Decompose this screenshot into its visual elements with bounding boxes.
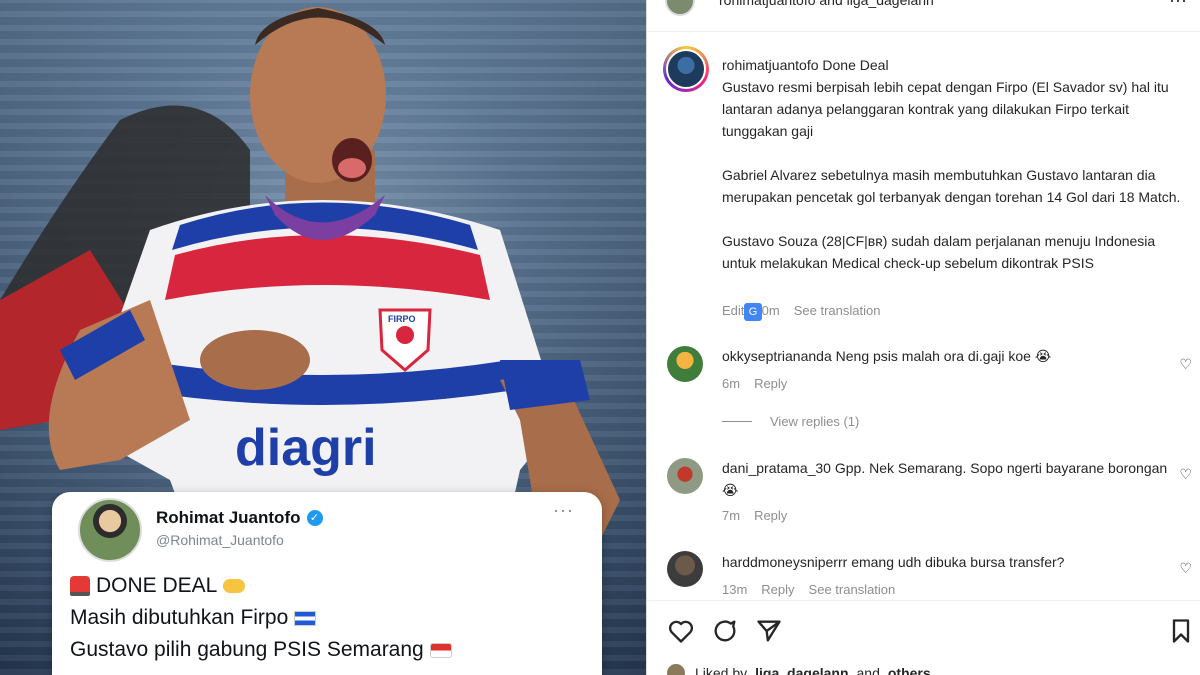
comment-icon[interactable] — [711, 617, 739, 645]
comment-see-translation[interactable]: See translation — [809, 582, 896, 597]
comment-3-meta: 13m Reply See translation — [722, 582, 895, 597]
tweet-line-1-text: DONE DEAL — [96, 574, 218, 597]
comment-username[interactable]: harddmoneysniperrr — [722, 554, 847, 570]
tweet-line-3: Gustavo pilih gabung PSIS Semarang — [70, 634, 452, 666]
caption-title: Done Deal — [822, 57, 889, 73]
caption-meta: Edit G 0m See translation — [722, 303, 880, 321]
caption-see-translation[interactable]: See translation — [794, 303, 881, 321]
reply-button[interactable]: Reply — [754, 376, 787, 391]
reply-button[interactable]: Reply — [761, 582, 794, 597]
liked-by: Liked by liga_dagelann and others — [665, 662, 931, 675]
caption-paragraph-3: Gustavo Souza (28|CF|ʙʀ) sudah dalam per… — [722, 233, 1156, 271]
handshake-icon — [223, 579, 246, 593]
comment-username[interactable]: dani_pratama_30 — [722, 460, 831, 476]
post-header: rohimatjuantofo and liga_dagelann ··· — [647, 0, 1200, 32]
tweet-author-name-text: Rohimat Juantofo — [156, 508, 301, 527]
comment-time: 7m — [722, 508, 741, 523]
reply-button[interactable]: Reply — [754, 508, 787, 523]
comment-username[interactable]: okkyseptriananda — [722, 348, 832, 364]
comment-text: Neng psis malah ora di.gaji koe 😭 — [835, 348, 1052, 364]
tweet-line-3-text: Gustavo pilih gabung PSIS Semarang — [70, 638, 424, 661]
comment-3: harddmoneysniperrr emang udh dibuka burs… — [722, 551, 1182, 573]
tweet-body: DONE DEAL Masih dibutuhkan Firpo Gustavo… — [70, 570, 452, 666]
comment-2-meta: 7m Reply — [722, 508, 787, 523]
comment-like-heart-icon[interactable]: ♡ — [1179, 356, 1192, 373]
comment-avatar[interactable] — [667, 346, 703, 382]
caption-paragraph-1: Gustavo resmi berpisah lebih cepat denga… — [722, 79, 1169, 139]
comment-time: 6m — [722, 376, 741, 391]
post-sidebar: rohimatjuantofo and liga_dagelann ··· ro… — [646, 0, 1200, 675]
header-usernames[interactable]: rohimatjuantofo and liga_dagelann — [719, 0, 934, 8]
header-avatar[interactable] — [665, 0, 695, 16]
caption-avatar[interactable] — [663, 46, 709, 92]
send-icon[interactable] — [755, 617, 783, 645]
tweet-more-icon: ··· — [553, 500, 574, 520]
edit-label: Edit G 0m — [722, 303, 780, 321]
el-salvador-flag-icon — [294, 610, 317, 626]
tweet-line-1: DONE DEAL — [70, 570, 452, 602]
caption-time: 0m — [761, 303, 780, 318]
view-replies-text: View replies (1) — [770, 414, 860, 429]
tweet-handle: @Rohimat_Juantofo — [156, 532, 284, 548]
comment-like-heart-icon[interactable]: ♡ — [1179, 466, 1192, 483]
siren-icon — [70, 576, 90, 596]
heart-icon[interactable] — [667, 617, 695, 645]
liked-by-joiner: and — [856, 665, 880, 675]
indonesia-flag-icon — [429, 642, 452, 658]
replies-divider — [722, 421, 752, 422]
edit-label-text: Edit — [722, 303, 745, 318]
tweet-line-2-text: Masih dibutuhkan Firpo — [70, 606, 289, 629]
view-replies-button[interactable]: View replies (1) — [722, 414, 859, 429]
tweet-card: Rohimat Juantofo ✓ @Rohimat_Juantofo ···… — [52, 492, 602, 675]
liked-by-prefix: Liked by — [695, 665, 748, 675]
caption-username[interactable]: rohimatjuantofo — [722, 57, 819, 73]
liked-by-avatar — [665, 662, 687, 675]
comment-1: okkyseptriananda Neng psis malah ora di.… — [722, 345, 1182, 367]
caption: rohimatjuantofo Done Deal Gustavo resmi … — [722, 54, 1182, 274]
more-options-icon[interactable]: ··· — [1169, 0, 1187, 11]
comment-text: emang udh dibuka bursa transfer? — [851, 554, 1065, 570]
comment-like-heart-icon[interactable]: ♡ — [1179, 560, 1192, 577]
comment-time: 13m — [722, 582, 748, 597]
tweet-line-2: Masih dibutuhkan Firpo — [70, 602, 452, 634]
comment-avatar[interactable] — [667, 458, 703, 494]
comment-2: dani_pratama_30 Gpp. Nek Semarang. Sopo … — [722, 457, 1182, 501]
verified-badge-icon: ✓ — [306, 510, 323, 526]
tweet-avatar — [78, 498, 142, 562]
caption-paragraph-2: Gabriel Alvarez sebetulnya masih membutu… — [722, 167, 1181, 205]
jersey-crest-label: FIRPO — [388, 314, 416, 324]
google-translate-icon[interactable]: G — [744, 303, 763, 321]
liked-by-user[interactable]: liga_dagelann — [755, 665, 848, 675]
liked-by-others[interactable]: others — [888, 665, 931, 675]
post-image: diagri FIRPO Rohimat Juantofo ✓ @Rohimat… — [0, 0, 646, 675]
bookmark-icon[interactable] — [1167, 617, 1195, 645]
comment-1-meta: 6m Reply — [722, 376, 787, 391]
tweet-author-name: Rohimat Juantofo ✓ — [156, 508, 323, 528]
jersey-sponsor: diagri — [235, 419, 377, 477]
comment-avatar[interactable] — [667, 551, 703, 587]
